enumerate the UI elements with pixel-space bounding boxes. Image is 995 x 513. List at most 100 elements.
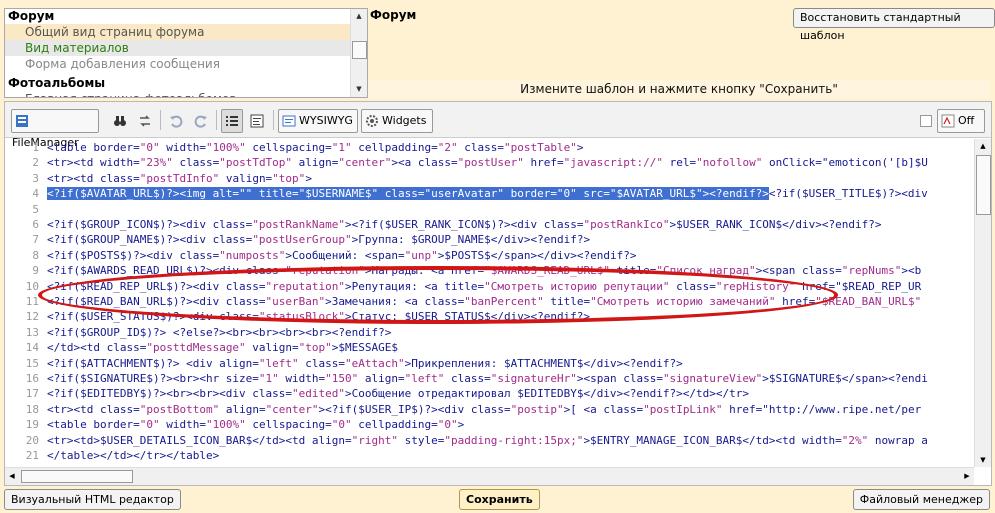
tree-item[interactable]: Общий вид страниц форума <box>5 24 350 40</box>
widgets-button[interactable]: Widgets <box>361 109 433 133</box>
code-text: <tr><td class="postBottom" align="center… <box>47 402 922 416</box>
wrap-button[interactable] <box>246 109 268 133</box>
code-text: <?if($GROUP_ID$)?> <?else?><br><br><br><… <box>47 325 392 339</box>
code-text: <?if($EDITEDBY$)?><br><br><div class="ed… <box>47 387 750 401</box>
line-numbers-icon <box>225 114 239 128</box>
redo-icon <box>194 114 208 128</box>
code-text: <?if($POSTS$)?><div class="numposts">Соо… <box>47 248 637 262</box>
line-number: 17 <box>25 387 39 401</box>
code-line[interactable]: 15 <?if($ATTACHMENT$)?> <div align="left"… <box>5 356 683 371</box>
code-line[interactable]: 14 </td><td class="posttdMessage" valign=… <box>5 340 398 355</box>
redo-button[interactable] <box>190 109 212 133</box>
code-text: <tr><td>$USER_DETAILS_ICON_BAR$</td><td … <box>47 433 928 447</box>
scroll-left-icon[interactable]: ◀ <box>5 468 19 484</box>
restore-default-button[interactable]: Восстановить стандартный шаблон <box>793 8 995 42</box>
line-number: 8 <box>32 248 39 262</box>
code-text: <tr><td width="23%" class="postTdTop" al… <box>47 156 928 170</box>
code-line[interactable]: 19 <table border="0" width="100%" cellspa… <box>5 417 465 432</box>
line-number: 12 <box>25 310 39 324</box>
undo-button[interactable] <box>165 109 187 133</box>
code-text: <?if($ATTACHMENT$)?> <div align="left" c… <box>47 356 683 370</box>
tree-scrollbar[interactable]: ▲ ▼ <box>350 9 367 97</box>
toggle-checkbox[interactable] <box>919 109 937 133</box>
code-text: <tr><td class="postTdInfo" valign="top"> <box>47 171 312 185</box>
scroll-thumb[interactable] <box>976 155 991 215</box>
code-line[interactable]: 8 <?if($POSTS$)?><div class="numposts">Со… <box>5 248 636 263</box>
replace-icon <box>138 114 152 128</box>
editor-vertical-scrollbar[interactable]: ▲ ▼ <box>974 139 991 467</box>
code-line[interactable]: 21 </table></td></tr></table> <box>5 448 219 463</box>
code-line[interactable]: 7 <?if($GROUP_NAME$)?><div class="postUse… <box>5 232 590 247</box>
code-text: <table border="0" width="100%" cellspaci… <box>47 141 584 154</box>
scroll-thumb[interactable] <box>352 41 367 59</box>
annotation-ellipse <box>38 266 838 324</box>
code-line[interactable]: 20 <tr><td>$USER_DETAILS_ICON_BAR$</td><t… <box>5 433 928 448</box>
line-number: 19 <box>25 418 39 432</box>
scroll-down-icon[interactable]: ▼ <box>351 82 367 96</box>
code-text: </td><td class="posttdMessage" valign="t… <box>47 341 399 355</box>
find-button[interactable] <box>109 109 131 133</box>
line-number: 13 <box>25 325 39 339</box>
code-line[interactable]: 18 <tr><td class="postBottom" align="cent… <box>5 402 922 417</box>
template-tree: Форум Общий вид страниц форума Вид материа… <box>4 8 368 98</box>
tree-item[interactable]: Вид материалов <box>5 40 350 56</box>
code-line[interactable]: 2 <tr><td width="23%" class="postTdTop" a… <box>5 155 928 170</box>
scroll-right-icon[interactable]: ▶ <box>960 468 974 484</box>
gear-icon <box>365 114 379 128</box>
wysiwyg-button[interactable]: WYSIWYG <box>278 109 358 133</box>
visual-editor-button[interactable]: Визуальный HTML редактор <box>4 489 181 510</box>
editor-horizontal-scrollbar[interactable]: ◀ ▶ <box>5 467 974 485</box>
replace-button[interactable] <box>134 109 156 133</box>
scroll-thumb[interactable] <box>21 470 133 483</box>
line-number: 14 <box>25 341 39 355</box>
widgets-label: Widgets <box>382 114 427 127</box>
tree-section-title[interactable]: Форум <box>5 9 350 24</box>
line-number: 1 <box>32 141 39 154</box>
filemanager-icon <box>15 114 29 128</box>
code-line[interactable]: 6 <?if($GROUP_ICON$)?><div class="postRan… <box>5 217 881 232</box>
spellcheck-icon <box>941 114 955 128</box>
line-number: 3 <box>32 171 39 185</box>
wysiwyg-label: WYSIWYG <box>299 114 353 127</box>
code-line[interactable]: 1 <table border="0" width="100%" cellspac… <box>5 140 583 155</box>
code-text: <table border="0" width="100%" cellspaci… <box>47 418 465 432</box>
file-manager-button[interactable]: Файловый менеджер <box>852 489 990 510</box>
code-text: <?if($AVATAR_URL$)?><img alt="" title="$… <box>47 187 928 201</box>
code-line[interactable]: 5 <box>5 202 47 217</box>
tree-item[interactable]: Главная страница фотоальбомов <box>5 91 350 97</box>
tree-item[interactable]: Форма добавления сообщения <box>5 56 350 72</box>
filemanager-button[interactable]: FileManager <box>11 109 99 149</box>
template-tree-list: Форум Общий вид страниц форума Вид материа… <box>5 9 350 97</box>
wrap-icon <box>250 114 264 128</box>
code-line[interactable]: 13 <?if($GROUP_ID$)?> <?else?><br><br><br… <box>5 325 392 340</box>
line-number: 18 <box>25 402 39 416</box>
code-text: <?if($SIGNATURE$)?><br><hr size="1" widt… <box>47 372 928 385</box>
scroll-up-icon[interactable]: ▲ <box>351 9 367 23</box>
tree-section-title[interactable]: Фотоальбомы <box>5 76 350 91</box>
code-editor: FileManager WYSIWYG Widgets Off 1 <table… <box>4 101 992 486</box>
off-button[interactable]: Off <box>937 109 985 133</box>
line-number: 7 <box>32 233 39 247</box>
line-number: 9 <box>32 264 39 278</box>
template-title: Форум <box>370 8 417 22</box>
undo-icon <box>169 114 183 128</box>
wysiwyg-icon <box>282 114 296 128</box>
line-number: 21 <box>25 449 39 462</box>
code-line[interactable]: 17 <?if($EDITEDBY$)?><br><br><div class="… <box>5 386 749 401</box>
code-line[interactable]: 16 <?if($SIGNATURE$)?><br><hr size="1" wi… <box>5 371 928 386</box>
line-number: 2 <box>32 156 39 170</box>
binoculars-icon <box>113 114 127 128</box>
code-line[interactable]: 3 <tr><td class="postTdInfo" valign="top"… <box>5 171 312 186</box>
editor-toolbar: FileManager WYSIWYG Widgets Off <box>5 102 991 149</box>
line-number: 5 <box>32 202 39 216</box>
scroll-up-icon[interactable]: ▲ <box>975 139 991 153</box>
code-text: </table></td></tr></table> <box>47 449 220 462</box>
code-line[interactable]: 4 <?if($AVATAR_URL$)?><img alt="" title="… <box>5 186 928 201</box>
scroll-down-icon[interactable]: ▼ <box>975 453 991 467</box>
line-number: 16 <box>25 372 39 385</box>
off-label: Off <box>958 114 975 127</box>
line-number: 6 <box>32 218 39 231</box>
save-button[interactable]: Сохранить <box>459 489 540 510</box>
line-numbers-button[interactable] <box>221 109 243 133</box>
code-text: <?if($GROUP_NAME$)?><div class="postUser… <box>47 233 591 247</box>
